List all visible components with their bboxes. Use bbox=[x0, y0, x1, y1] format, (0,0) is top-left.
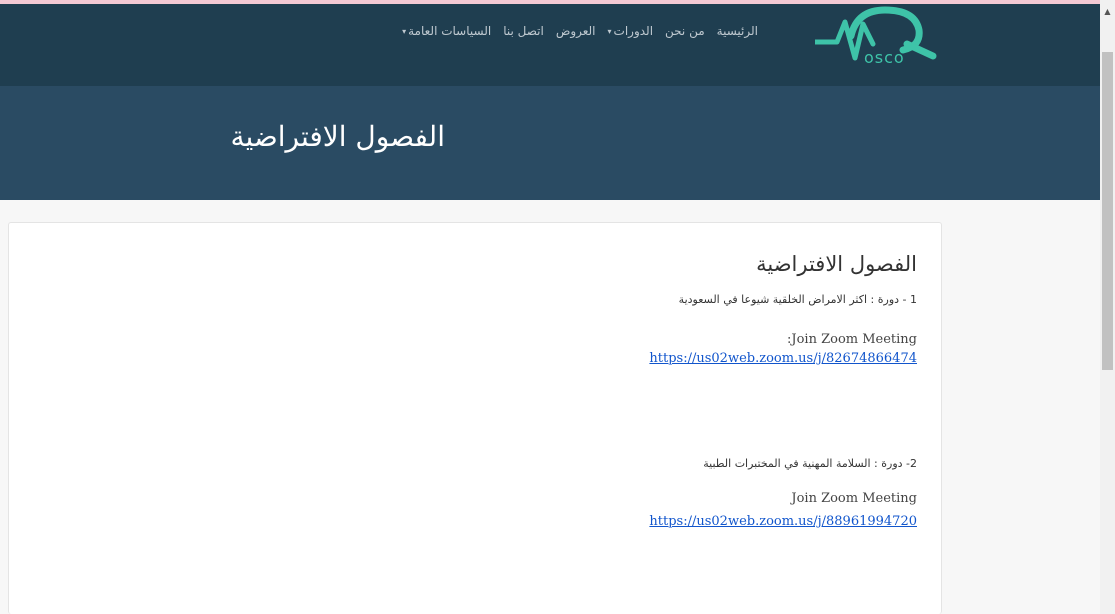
card-heading: الفصول الافتراضية bbox=[756, 252, 917, 276]
nav-item-courses[interactable]: الدورات ▾ bbox=[608, 24, 654, 38]
zoom-meeting-label: :Join Zoom Meeting bbox=[787, 332, 917, 347]
nav-item-label: الدورات bbox=[613, 24, 654, 38]
course-title: 1 - دورة : اكثر الامراض الخلقية شيوعا في… bbox=[678, 293, 917, 306]
caret-down-icon: ▾ bbox=[607, 26, 612, 36]
zoom-meeting-link[interactable]: https://us02web.zoom.us/j/82674866474 bbox=[649, 351, 917, 366]
navbar: osco الرئيسية من نحن الدورات ▾ العروض اتص… bbox=[0, 4, 1100, 86]
nav-item-offers[interactable]: العروض bbox=[556, 24, 596, 38]
content-card bbox=[8, 222, 942, 614]
scroll-up-arrow-icon[interactable]: ▲ bbox=[1100, 4, 1115, 19]
nav-item-label: الرئيسية bbox=[716, 24, 758, 38]
nav-item-label: من نحن bbox=[665, 24, 705, 38]
caret-down-icon: ▾ bbox=[402, 26, 407, 36]
nav-item-about[interactable]: من نحن bbox=[665, 24, 705, 38]
page-title: الفصول الافتراضية bbox=[230, 120, 445, 153]
main-nav: الرئيسية من نحن الدورات ▾ العروض اتصل بنا… bbox=[402, 24, 758, 38]
nav-item-home[interactable]: الرئيسية bbox=[717, 24, 758, 38]
nav-item-contact[interactable]: اتصل بنا bbox=[503, 24, 544, 38]
logo-text: osco bbox=[864, 48, 905, 67]
nav-item-policies[interactable]: السياسات العامة ▾ bbox=[402, 24, 491, 38]
scrollbar-thumb[interactable] bbox=[1102, 52, 1113, 370]
logo-link[interactable] bbox=[812, 4, 955, 82]
nav-item-label: اتصل بنا bbox=[503, 24, 544, 38]
zoom-meeting-label: Join Zoom Meeting bbox=[791, 491, 917, 506]
nav-item-label: السياسات العامة bbox=[408, 24, 492, 38]
course-title: 2- دورة : السلامة المهنية في المختبرات ا… bbox=[703, 457, 917, 470]
logo-icon bbox=[812, 6, 937, 61]
zoom-meeting-link[interactable]: https://us02web.zoom.us/j/88961994720 bbox=[649, 514, 917, 529]
nav-item-label: العروض bbox=[555, 24, 596, 38]
